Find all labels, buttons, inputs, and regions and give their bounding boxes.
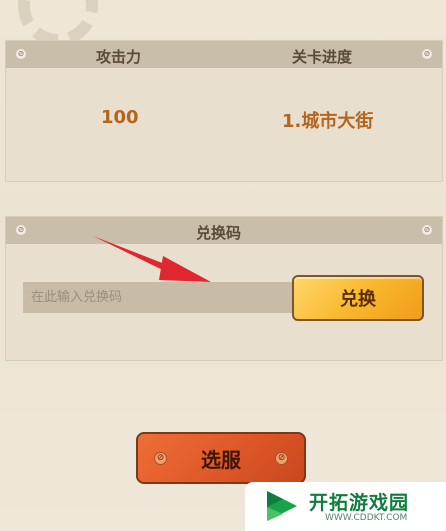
watermark-title: 开拓游戏园: [309, 492, 410, 514]
rivet-icon: ⊘: [422, 225, 432, 235]
redeem-panel-header: ⊘ 兑换码 ⊘: [6, 217, 442, 244]
rivet-icon: ⊘: [16, 225, 26, 235]
redeem-code-input[interactable]: [23, 282, 295, 313]
progress-label: 关卡进度: [292, 48, 353, 66]
server-select-button[interactable]: ⊘ 选服 ⊘: [136, 432, 306, 484]
attack-label: 攻击力: [96, 48, 142, 66]
red-arrow-icon: [93, 236, 211, 282]
attack-value: 100: [101, 107, 139, 128]
redeem-button-label: 兑换: [340, 289, 376, 310]
redeem-panel: ⊘ 兑换码 ⊘ 兑换: [5, 216, 443, 361]
watermark: 开拓游戏园 WWW.CDDKT.COM: [245, 482, 446, 531]
stats-panel-header: ⊘ 攻击力 关卡进度 ⊘: [6, 41, 442, 68]
stats-panel: ⊘ 攻击力 关卡进度 ⊘ 100 1.城市大街: [5, 40, 443, 182]
watermark-url: WWW.CDDKT.COM: [325, 513, 408, 523]
redeem-button[interactable]: 兑换: [292, 275, 424, 321]
watermark-logo-icon: [267, 491, 297, 521]
rivet-icon: ⊘: [275, 452, 288, 465]
rivet-icon: ⊘: [422, 49, 432, 59]
progress-value: 1.城市大街: [282, 111, 374, 132]
rivet-icon: ⊘: [16, 49, 26, 59]
rivet-icon: ⊘: [154, 452, 167, 465]
server-select-label: 选服: [201, 447, 241, 472]
